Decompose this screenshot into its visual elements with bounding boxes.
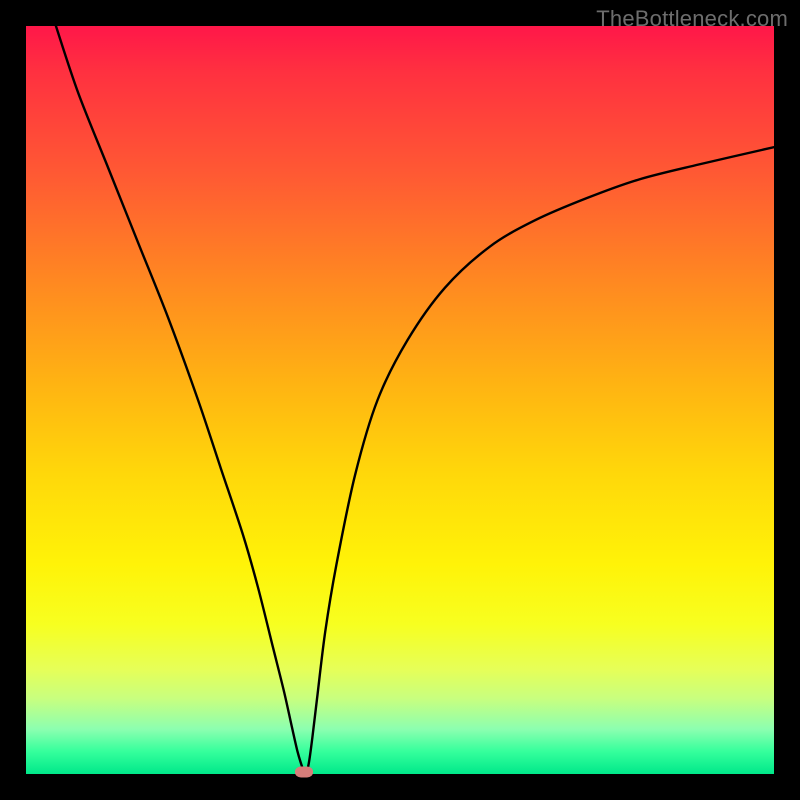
bottleneck-curve xyxy=(26,26,774,774)
plot-area xyxy=(26,26,774,774)
chart-frame: TheBottleneck.com xyxy=(0,0,800,800)
watermark-text: TheBottleneck.com xyxy=(596,6,788,32)
minimum-marker xyxy=(295,767,313,778)
